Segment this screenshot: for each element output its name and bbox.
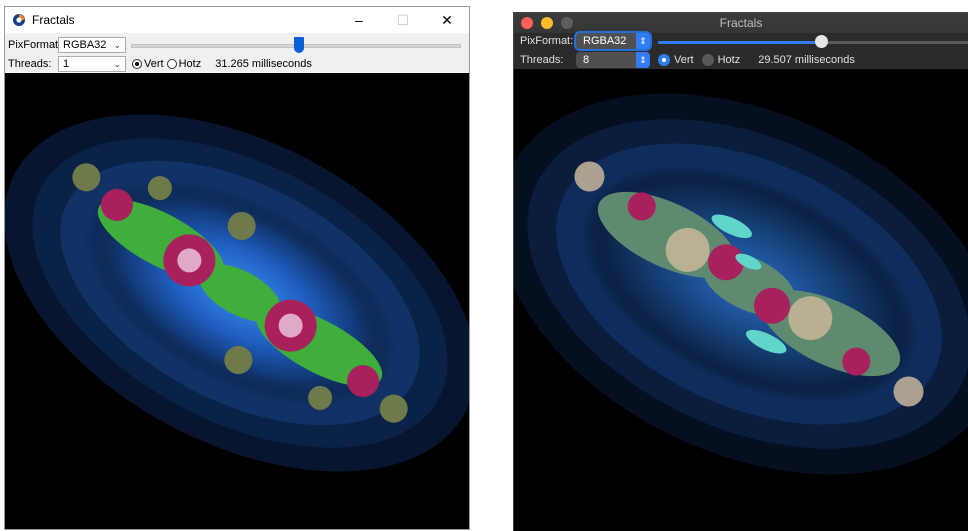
pixformat-select[interactable]: RGBA32 ⌄ [58,37,126,53]
radio-selected-icon [658,54,670,66]
maximize-button[interactable]: ☐ [381,7,425,33]
window-title: Fractals [719,16,763,30]
slider-track-empty [821,41,968,44]
pixformat-popup[interactable]: RGBA32 ⇕ [576,33,650,49]
pixformat-label: PixFormat: [8,39,62,51]
hotz-radio[interactable]: Hotz [166,58,202,70]
julia-fractal-image [5,114,469,472]
up-down-stepper-icon: ⇕ [636,33,650,49]
vert-label: Vert [674,54,694,66]
hotz-radio[interactable]: Hotz [701,54,741,66]
threads-label: Threads: [8,58,52,70]
radio-unselected-icon [701,54,714,66]
slider-track-filled [658,41,822,44]
title-bar[interactable]: Fractals [514,13,968,33]
render-time: 31.265 milliseconds [215,58,312,70]
up-down-stepper-icon: ⇕ [636,52,650,68]
toolbar: PixFormat: RGBA32 ⇕ Threads: 8 ⇕ Vert Ho… [514,33,968,69]
radio-unselected-icon [166,59,177,69]
hotz-label: Hotz [178,58,202,70]
app-icon [13,14,25,26]
pixformat-value: RGBA32 [63,39,107,51]
mac-fractals-window: Fractals PixFormat: RGBA32 ⇕ Threads: 8 … [513,12,968,531]
threads-label: Threads: [520,54,564,66]
chevron-down-icon: ⌄ [113,58,121,69]
windows-fractals-window: Fractals – ☐ ✕ PixFormat: RGBA32 ⌄ Threa… [4,6,470,530]
pixformat-label: PixFormat: [520,35,574,47]
toolbar: PixFormat: RGBA32 ⌄ Threads: 1 ⌄ Vert Ho… [5,33,469,73]
fractal-canvas[interactable] [5,73,469,529]
threads-popup[interactable]: 8 ⇕ [576,52,650,68]
threads-select[interactable]: 1 ⌄ [58,56,126,72]
vert-radio[interactable]: Vert [132,58,164,70]
julia-fractal-image [514,93,968,475]
slider-thumb[interactable] [294,37,305,53]
window-title: Fractals [32,13,75,27]
minimize-button[interactable]: – [337,7,381,33]
pixformat-value: RGBA32 [583,35,627,47]
vert-radio[interactable]: Vert [658,54,694,66]
threads-value: 8 [583,54,590,66]
vert-label: Vert [144,58,164,70]
render-time: 29.507 milliseconds [758,54,855,66]
chevron-down-icon: ⌄ [113,39,121,50]
close-button[interactable]: ✕ [425,7,469,33]
title-bar[interactable]: Fractals – ☐ ✕ [5,7,469,33]
fractal-canvas[interactable] [514,69,968,531]
zoom-slider[interactable] [658,35,968,48]
zoom-slider[interactable] [131,37,461,53]
hotz-label: Hotz [717,54,741,66]
threads-value: 1 [63,58,70,70]
slider-thumb[interactable] [815,35,829,48]
radio-selected-icon [132,59,142,69]
